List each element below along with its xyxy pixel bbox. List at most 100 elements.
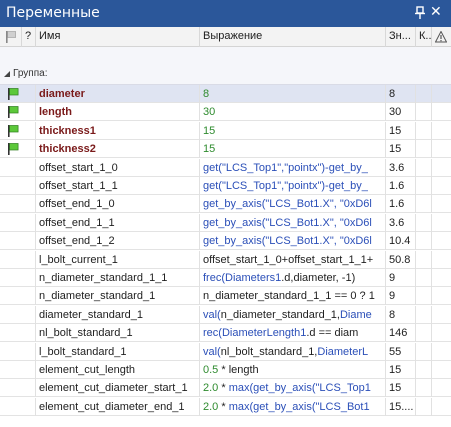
k-cell bbox=[416, 361, 432, 379]
table-row[interactable]: length 30 30 bbox=[0, 103, 451, 122]
table-row[interactable]: nl_bolt_standard_1 rec(DiameterLength1.d … bbox=[0, 324, 451, 343]
variable-expression[interactable]: val(n_diameter_standard_1,Diame bbox=[200, 305, 386, 324]
table-row[interactable]: l_bolt_current_1 offset_start_1_0+offset_… bbox=[0, 250, 451, 269]
table-row[interactable]: element_cut_length 0.5 * length 15 bbox=[0, 361, 451, 379]
flag-cell[interactable] bbox=[0, 379, 36, 398]
column-flag[interactable] bbox=[0, 27, 22, 47]
expression-token: val( bbox=[203, 345, 221, 358]
table-row[interactable]: n_diameter_standard_1 n_diameter_standard… bbox=[0, 287, 451, 306]
variable-expression[interactable]: rec(DiameterLength1.d == diam bbox=[200, 324, 386, 343]
expression-token: DiameterLength1 bbox=[221, 327, 307, 340]
pin-icon[interactable] bbox=[414, 6, 426, 20]
collapse-arrow-icon[interactable] bbox=[4, 71, 10, 77]
warning-cell bbox=[432, 195, 451, 213]
flag-cell[interactable] bbox=[0, 140, 36, 159]
flag-cell[interactable] bbox=[0, 232, 36, 251]
flag-cell[interactable] bbox=[0, 324, 36, 343]
k-cell bbox=[416, 177, 432, 195]
table-row[interactable]: diameter_standard_1 val(n_diameter_standa… bbox=[0, 305, 451, 324]
warning-cell bbox=[432, 251, 451, 269]
variable-value: 30 bbox=[386, 103, 416, 122]
variable-value: 1.6 bbox=[386, 195, 416, 214]
flag-cell[interactable] bbox=[0, 85, 36, 103]
table-row[interactable]: offset_start_1_0 get("LCS_Top1","pointx")… bbox=[0, 158, 451, 177]
variable-expression[interactable]: get_by_axis("LCS_Bot1.X", "0xD6l bbox=[200, 195, 386, 214]
expression-token: 15 bbox=[203, 143, 216, 156]
variable-expression[interactable]: 0.5 * length bbox=[200, 361, 386, 379]
k-cell bbox=[416, 342, 432, 361]
column-question[interactable]: ? bbox=[22, 27, 36, 47]
column-warning[interactable] bbox=[432, 27, 451, 47]
flag-cell[interactable] bbox=[0, 158, 36, 177]
variable-expression[interactable]: offset_start_1_0+offset_start_1_1+ bbox=[200, 250, 386, 269]
variable-expression[interactable]: 15 bbox=[200, 121, 386, 140]
variable-value: 8 bbox=[386, 85, 416, 103]
variable-expression[interactable]: 8 bbox=[200, 85, 386, 103]
variable-name: l_bolt_current_1 bbox=[36, 250, 200, 269]
k-cell bbox=[416, 232, 432, 251]
table-row[interactable]: offset_end_1_0 get_by_axis("LCS_Bot1.X", … bbox=[0, 195, 451, 214]
flag-cell[interactable] bbox=[0, 213, 36, 232]
expression-token: get_by_axis( bbox=[253, 382, 316, 395]
table-row[interactable]: offset_end_1_2 get_by_axis("LCS_Bot1.X", … bbox=[0, 232, 451, 251]
flag-cell[interactable] bbox=[0, 177, 36, 195]
variable-value: 3.6 bbox=[386, 213, 416, 232]
flag-cell[interactable] bbox=[0, 287, 36, 306]
variable-expression[interactable]: 15 bbox=[200, 140, 386, 159]
variable-expression[interactable]: get("LCS_Top1","pointx")-get_by_ bbox=[200, 177, 386, 195]
flag-cell[interactable] bbox=[0, 342, 36, 361]
variable-expression[interactable]: val(nl_bolt_standard_1,DiameterL bbox=[200, 342, 386, 361]
group-band[interactable]: Группа: bbox=[0, 47, 451, 85]
flag-cell[interactable] bbox=[0, 250, 36, 269]
expression-token: get_by_axis( bbox=[203, 198, 266, 211]
warning-cell bbox=[432, 85, 451, 103]
column-name[interactable]: Имя bbox=[36, 27, 200, 47]
variable-expression[interactable]: 2.0 * max(get_by_axis("LCS_Bot1 bbox=[200, 397, 386, 416]
warning-cell bbox=[432, 103, 451, 121]
variable-expression[interactable]: n_diameter_standard_1_1 == 0 ? 1 bbox=[200, 287, 386, 306]
flag-cell[interactable] bbox=[0, 121, 36, 140]
variable-name: element_cut_length bbox=[36, 361, 200, 379]
warning-cell bbox=[432, 177, 451, 195]
variable-expression[interactable]: get("LCS_Top1","pointx")-get_by_ bbox=[200, 158, 386, 177]
flag-cell[interactable] bbox=[0, 361, 36, 379]
warning-cell bbox=[432, 214, 451, 232]
column-expression[interactable]: Выражение bbox=[200, 27, 386, 47]
column-value[interactable]: Зн... bbox=[386, 27, 416, 47]
flag-cell[interactable] bbox=[0, 397, 36, 416]
variable-value: 3.6 bbox=[386, 158, 416, 177]
variable-value: 8 bbox=[386, 305, 416, 324]
variable-expression[interactable]: 30 bbox=[200, 103, 386, 122]
flag-cell[interactable] bbox=[0, 269, 36, 287]
table-row[interactable]: n_diameter_standard_1_1 frec(Diameters1.d… bbox=[0, 269, 451, 287]
expression-token: "pointx" bbox=[284, 161, 322, 174]
variable-name: diameter_standard_1 bbox=[36, 305, 200, 324]
expression-token: frec( bbox=[203, 272, 225, 284]
table-row[interactable]: thickness1 15 15 bbox=[0, 121, 451, 140]
flag-cell[interactable] bbox=[0, 305, 36, 324]
expression-token: "LCS_Bot1.X", "0xD6l bbox=[265, 235, 372, 248]
k-cell bbox=[416, 305, 432, 324]
flag-cell[interactable] bbox=[0, 195, 36, 214]
expression-token: "LCS_Bot1.X", "0xD6l bbox=[265, 216, 372, 229]
table-row[interactable]: offset_start_1_1 get("LCS_Top1","pointx")… bbox=[0, 177, 451, 195]
k-cell bbox=[416, 324, 432, 343]
variable-expression[interactable]: frec(Diameters1.d,diameter, -1) bbox=[200, 269, 386, 287]
close-icon[interactable]: ✕ bbox=[430, 4, 442, 20]
expression-token: 2.0 bbox=[203, 400, 219, 413]
table-row[interactable]: element_cut_diameter_start_1 2.0 * max(ge… bbox=[0, 379, 451, 398]
table-row[interactable]: thickness2 15 15 bbox=[0, 140, 451, 159]
k-cell bbox=[416, 269, 432, 287]
table-row[interactable]: l_bolt_standard_1 val(nl_bolt_standard_1,… bbox=[0, 342, 451, 361]
flag-cell[interactable] bbox=[0, 103, 36, 122]
column-k[interactable]: К... bbox=[416, 27, 432, 47]
variable-name: length bbox=[36, 103, 200, 122]
variable-name: offset_end_1_2 bbox=[36, 232, 200, 251]
table-row[interactable]: element_cut_diameter_end_1 2.0 * max(get_… bbox=[0, 397, 451, 416]
variable-expression[interactable]: get_by_axis("LCS_Bot1.X", "0xD6l bbox=[200, 213, 386, 232]
variable-expression[interactable]: get_by_axis("LCS_Bot1.X", "0xD6l bbox=[200, 232, 386, 251]
table-row[interactable]: offset_end_1_1 get_by_axis("LCS_Bot1.X", … bbox=[0, 213, 451, 232]
green-flag-icon bbox=[8, 124, 19, 137]
variable-expression[interactable]: 2.0 * max(get_by_axis("LCS_Top1 bbox=[200, 379, 386, 398]
table-row[interactable]: diameter 8 8 bbox=[0, 85, 451, 103]
